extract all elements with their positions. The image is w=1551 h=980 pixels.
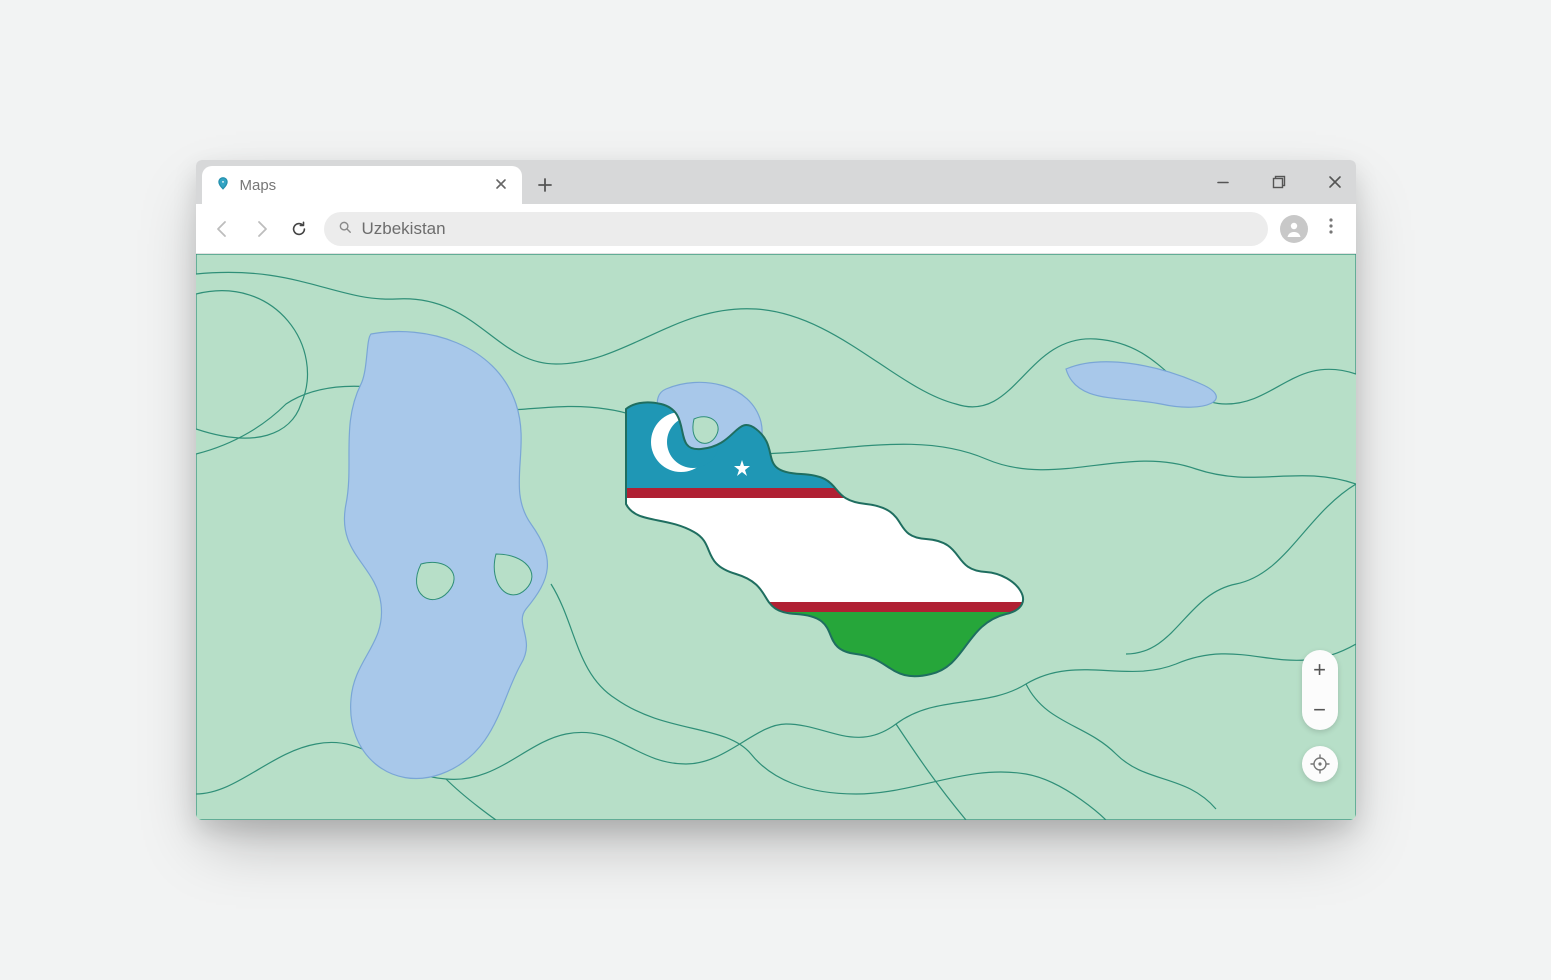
tab-close-icon[interactable] xyxy=(492,177,510,194)
minimize-button[interactable] xyxy=(1212,171,1234,193)
tab-strip: Maps xyxy=(196,160,1356,204)
window-controls xyxy=(1212,160,1346,204)
tab-maps[interactable]: Maps xyxy=(202,166,522,204)
map-pin-icon xyxy=(216,174,230,196)
zoom-controls: + − xyxy=(1302,650,1338,730)
search-icon xyxy=(338,219,352,239)
maximize-button[interactable] xyxy=(1268,171,1290,193)
map-canvas[interactable] xyxy=(196,254,1356,820)
browser-window: Maps xyxy=(196,160,1356,820)
new-tab-button[interactable] xyxy=(526,166,564,204)
profile-avatar[interactable] xyxy=(1280,215,1308,243)
back-button[interactable] xyxy=(210,216,236,242)
browser-toolbar xyxy=(196,204,1356,254)
forward-button[interactable] xyxy=(248,216,274,242)
zoom-out-button[interactable]: − xyxy=(1302,690,1338,730)
locate-me-button[interactable] xyxy=(1302,746,1338,782)
window-close-button[interactable] xyxy=(1324,171,1346,193)
address-input[interactable] xyxy=(362,219,1254,239)
menu-button[interactable] xyxy=(1320,218,1342,239)
zoom-in-button[interactable]: + xyxy=(1302,650,1338,690)
map-viewport[interactable]: + − xyxy=(196,254,1356,820)
address-bar[interactable] xyxy=(324,212,1268,246)
reload-button[interactable] xyxy=(286,216,312,242)
tab-title: Maps xyxy=(240,177,482,194)
